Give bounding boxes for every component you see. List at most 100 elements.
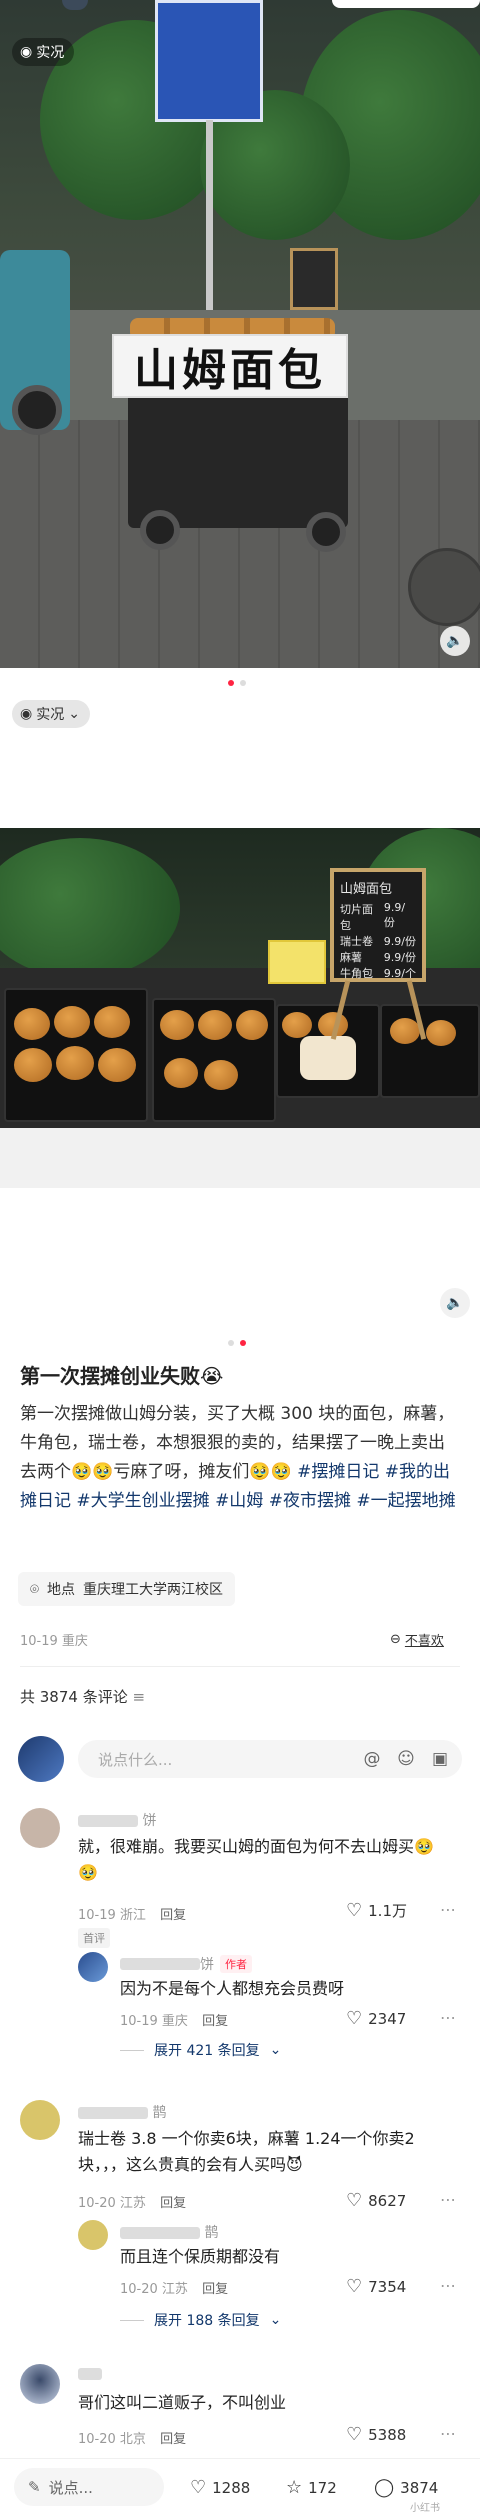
dislike-label: 不喜欢 [404,1634,444,1649]
comment-author[interactable]: 鹊 [78,2102,166,2122]
board-title: 山姆面包 [340,882,393,897]
reply-button[interactable]: 回复 [160,2196,186,2211]
bread-bun [56,1046,94,1080]
blurred-name [78,2368,102,2380]
reply-button[interactable]: 回复 [202,2014,228,2029]
comment-input-placeholder: 说点什么... [98,1750,173,1769]
bread-bun [282,1012,312,1038]
reply-author[interactable]: 饼 作者 [120,1954,252,1974]
hashtag[interactable]: #大学生创业摆摊 [76,1491,209,1511]
comment-count-label: 共 3874 条评论 [20,1688,128,1706]
dislike-icon: ⊖ [390,1632,401,1647]
bread-tray [380,1004,480,1098]
post-like-count: 1288 [212,2478,251,2497]
reply-button[interactable]: 回复 [160,1908,186,1923]
more-icon[interactable]: ⋯ [440,2008,457,2027]
chevron-down-icon: ⌄ [269,2042,282,2058]
chevron-down-icon: ⌄ [269,2312,282,2328]
sort-icon[interactable]: ≡ [133,1688,146,1706]
more-icon[interactable]: ⋯ [440,1900,457,1919]
comment-meta: 10-20 江苏 回复 [78,2192,186,2211]
post-image-1[interactable]: 山姆面包 ◉ 实况 🔈 [0,0,480,668]
pen-icon: ✎ [28,2478,41,2496]
blurred-name [78,1815,138,1827]
expand-label: 展开 421 条回复 [154,2043,260,2059]
cart-wheel [140,510,180,550]
like-button[interactable]: ♡ 1.1万 [346,1900,407,1921]
expand-replies[interactable]: 展开 188 条回复 ⌄ [120,2310,281,2330]
reply-avatar[interactable] [78,2220,108,2250]
more-icon[interactable]: ⋯ [440,2190,457,2209]
live-photo-tag[interactable]: ◉ 实况 [12,38,75,66]
more-icon[interactable]: ⋯ [440,2276,457,2295]
top-pill [332,0,480,8]
like-button[interactable]: ♡ 5388 [346,2424,406,2445]
cart-wheel [306,512,346,552]
emoji-icon[interactable]: ☺ [396,1749,416,1769]
comment-date: 10-20 江苏 [78,2196,146,2211]
post-collect-button[interactable]: ☆ 172 [286,2477,337,2498]
bread-bun [14,1048,52,1082]
live-photo-icon: ◉ [20,706,33,722]
carousel-dot [240,680,246,686]
board-line: 牛角包 [340,967,373,980]
bread-bun [160,1010,194,1040]
post-date: 10-19 重庆 [20,1634,88,1649]
reply-author[interactable]: 鹊 [120,2222,218,2242]
board-line: 麻薯 [340,951,362,964]
first-comment-badge: 首评 [78,1928,110,1948]
say-something-input[interactable]: ✎ 说点... [14,2468,164,2506]
hashtag[interactable]: #山姆 [215,1491,263,1511]
image-icon[interactable]: ▣ [430,1749,450,1769]
like-button[interactable]: ♡ 7354 [346,2276,406,2297]
location-chip[interactable]: ⌾ 地点 重庆理工大学两江校区 [18,1572,236,1606]
top-avatar [62,0,88,10]
comment-meta: 10-19 浙江 回复 [78,1904,186,1923]
divider [20,1666,460,1667]
heart-icon: ♡ [346,2276,363,2297]
live-photo-icon: ◉ [20,44,33,60]
like-count: 1.1万 [368,1902,407,1920]
board-price: 9.9/份 [383,951,416,964]
post-like-button[interactable]: ♡ 1288 [190,2477,250,2498]
post-title: 第一次摆摊创业失败😭 [20,1364,224,1388]
more-icon[interactable]: ⋯ [440,2424,457,2443]
dislike-button[interactable]: ⊖ 不喜欢 [390,1630,444,1649]
comment-avatar[interactable] [20,2100,60,2140]
hashtag[interactable]: #摆摊日记 [297,1462,379,1482]
reply-meta: 10-19 重庆 回复 [120,2010,228,2029]
comment-author[interactable]: 饼 [78,1810,156,1830]
like-button[interactable]: ♡ 8627 [346,2190,406,2211]
bread-bun [426,1020,456,1046]
post-comment-button[interactable]: ◯ 3874 [374,2477,438,2498]
reply-avatar[interactable] [78,1952,108,1982]
comment-text: 就，很难崩。我要买山姆的面包为何不去山姆买🥹🥹 [78,1837,434,1882]
hashtag[interactable]: #夜市摆摊 [269,1491,351,1511]
expand-line [120,2319,144,2321]
post-comment-count: 3874 [400,2478,439,2497]
volume-icon[interactable]: 🔈 [440,626,470,656]
like-button[interactable]: ♡ 2347 [346,2008,406,2029]
location-text: 重庆理工大学两江校区 [83,1582,224,1598]
expand-replies[interactable]: 展开 421 条回复 ⌄ [120,2040,281,2060]
at-icon[interactable]: @ [362,1749,382,1769]
my-avatar[interactable] [18,1736,64,1782]
swiss-roll [300,1036,356,1080]
comment-avatar[interactable] [20,2364,60,2404]
reply-text: 因为不是每个人都想充会员费呀 [120,1979,345,1998]
post-image-2[interactable]: 山姆面包 切片面包 9.9/份 瑞士卷 9.9/份 麻薯 9.9/份 牛角包 9.9/个 [0,828,480,1188]
blurred-name [120,1958,200,1970]
reply-button[interactable]: 回复 [160,2432,186,2447]
comment-text: 哥们这叫二道贩子，不叫创业 [78,2393,287,2412]
comment-author[interactable] [78,2366,102,2382]
comment-input[interactable]: 说点什么... @ ☺ ▣ [78,1740,462,1778]
hashtag[interactable]: #一起摆地摊 [356,1491,455,1511]
volume-icon[interactable]: 🔈 [440,1288,470,1318]
comment-text: 瑞士卷 3.8 一个你卖6块，麻薯 1.24一个你卖2块，，，这么贵真的会有人买… [78,2129,415,2174]
live-photo-tag-2[interactable]: ◉ 实况 ⌄ [12,700,90,728]
author-badge: 作者 [220,1955,252,1973]
reply-button[interactable]: 回复 [202,2282,228,2297]
heart-icon: ♡ [346,1900,363,1921]
comment-avatar[interactable] [20,1808,60,1848]
bread-bun [198,1010,232,1040]
